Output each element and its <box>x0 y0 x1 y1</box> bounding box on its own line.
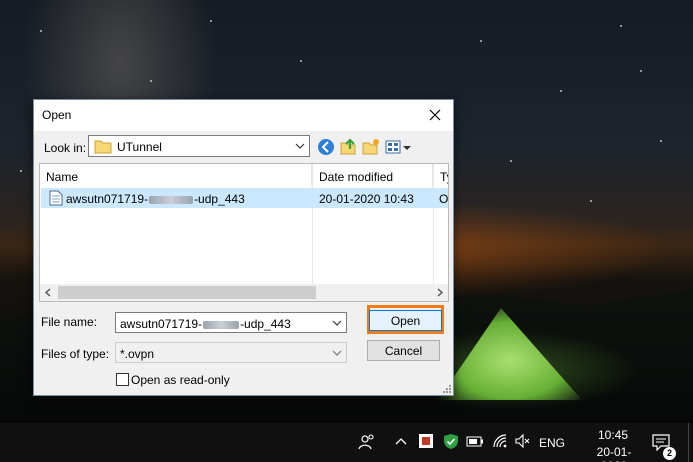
taskbar: ENG 10:45 20-01-2020 2 <box>0 423 693 462</box>
file-icon <box>49 190 63 206</box>
volume-muted-icon[interactable] <box>514 433 530 449</box>
notification-count-badge: 2 <box>663 447 676 460</box>
clock-time[interactable]: 10:45 <box>591 428 635 442</box>
back-icon[interactable] <box>316 137 336 157</box>
file-name: awsutn071719- -udp_443 <box>66 192 245 206</box>
vpn-app-icon[interactable] <box>418 433 434 449</box>
resize-grip-icon[interactable] <box>441 383 451 393</box>
chevron-down-icon <box>332 350 342 356</box>
open-dialog: Open Look in: UTunnel Name Date modified… <box>33 99 454 396</box>
look-in-label: Look in: <box>44 141 87 155</box>
scroll-right-button[interactable] <box>431 284 448 301</box>
chevron-right-icon <box>437 288 444 297</box>
files-of-type-value: *.ovpn <box>120 347 155 361</box>
look-in-value: UTunnel <box>117 140 162 154</box>
file-row[interactable]: awsutn071719- -udp_443 20-01-2020 10:43 O <box>41 188 448 208</box>
chevron-left-icon <box>44 288 51 297</box>
file-name-input[interactable]: awsutn071719- -udp_443 <box>115 312 347 333</box>
up-folder-icon[interactable] <box>339 137 359 157</box>
chevron-down-icon <box>295 143 305 149</box>
chevron-down-icon <box>332 320 342 326</box>
column-header-type[interactable]: Ty <box>434 164 448 187</box>
column-header-name[interactable]: Name <box>40 164 312 187</box>
files-of-type-dropdown[interactable]: *.ovpn <box>115 342 347 363</box>
close-icon <box>429 109 441 121</box>
new-folder-icon[interactable] <box>361 137 381 157</box>
dialog-title: Open <box>42 108 72 122</box>
close-button[interactable] <box>417 100 453 131</box>
scroll-left-button[interactable] <box>40 284 57 301</box>
language-indicator[interactable]: ENG <box>539 436 565 450</box>
clock-date[interactable]: 20-01-2020 <box>587 445 641 462</box>
show-desktop-button[interactable] <box>688 423 689 462</box>
file-name-value: awsutn071719- -udp_443 <box>120 317 291 331</box>
dialog-titlebar[interactable]: Open <box>34 100 453 131</box>
file-name-label: File name: <box>41 315 98 329</box>
open-button[interactable]: Open <box>369 310 442 331</box>
chevron-up-icon[interactable] <box>395 436 407 446</box>
file-list[interactable]: Name Date modified Ty awsutn071719--udp_… <box>39 163 449 302</box>
column-header-date-modified[interactable]: Date modified <box>313 164 433 187</box>
cancel-button[interactable]: Cancel <box>367 340 440 361</box>
security-shield-icon[interactable] <box>443 433 459 450</box>
battery-icon[interactable] <box>466 436 484 447</box>
scroll-thumb[interactable] <box>58 286 316 299</box>
file-date-modified: 20-01-2020 10:43 <box>319 192 414 206</box>
files-of-type-label: Files of type: <box>41 347 110 361</box>
wifi-icon[interactable] <box>492 433 508 449</box>
open-readonly-label[interactable]: Open as read-only <box>131 373 230 387</box>
open-readonly-checkbox[interactable] <box>116 373 129 386</box>
horizontal-scrollbar[interactable] <box>40 284 448 301</box>
file-type: O <box>439 192 449 206</box>
people-icon[interactable] <box>358 433 376 451</box>
view-menu-icon[interactable] <box>384 137 412 157</box>
folder-icon <box>94 140 112 154</box>
look-in-dropdown[interactable]: UTunnel <box>88 135 310 157</box>
